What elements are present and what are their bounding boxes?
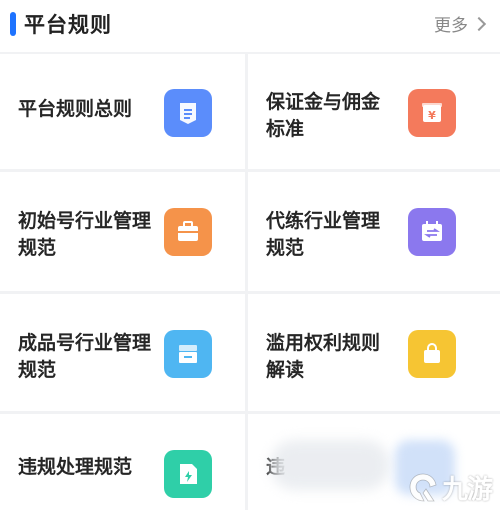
section-title: 平台规则 [24, 13, 112, 37]
document-icon [164, 89, 212, 137]
briefcase-icon [164, 208, 212, 256]
rule-item-violation-handling[interactable]: 违规处理规范 [0, 414, 245, 510]
section-header: 平台规则 更多 [0, 0, 500, 50]
rule-item-label: 平台规则总则 [18, 98, 133, 120]
watermark-logo-icon [409, 473, 437, 501]
rule-item-boosting[interactable]: 代练行业管理规范 [248, 172, 500, 291]
lightning-doc-icon [164, 450, 212, 498]
watermark-text: 九游 [441, 475, 493, 505]
rule-item-label: 代练行业管理规范 [266, 210, 381, 259]
rule-item-label: 成品号行业管理规范 [18, 332, 152, 381]
more-label: 更多 [434, 16, 468, 36]
rule-item-finished-account[interactable]: 成品号行业管理规范 [0, 294, 245, 411]
rule-item-initial-account[interactable]: 初始号行业管理规范 [0, 172, 245, 291]
svg-text:¥: ¥ [428, 109, 436, 122]
yuan-icon: ¥ [408, 89, 456, 137]
transfer-icon [408, 208, 456, 256]
header-accent-bar [10, 12, 16, 36]
chevron-right-icon [471, 16, 487, 31]
blur-overlay [270, 440, 390, 490]
store-icon [164, 330, 212, 378]
rule-item-label: 保证金与佣金标准 [266, 91, 381, 140]
bag-icon [408, 330, 456, 378]
rule-item-abuse-rights[interactable]: 滥用权利规则解读 [248, 294, 500, 411]
rule-item-label: 违规处理规范 [18, 456, 133, 478]
rule-item-deposit[interactable]: 保证金与佣金标准 ¥ [248, 54, 500, 169]
watermark: 九游 [406, 469, 493, 506]
rule-item-general[interactable]: 平台规则总则 [0, 54, 245, 169]
rule-item-label: 滥用权利规则解读 [266, 332, 381, 381]
rule-item-label: 初始号行业管理规范 [18, 210, 152, 259]
more-link[interactable]: 更多 [434, 11, 487, 36]
